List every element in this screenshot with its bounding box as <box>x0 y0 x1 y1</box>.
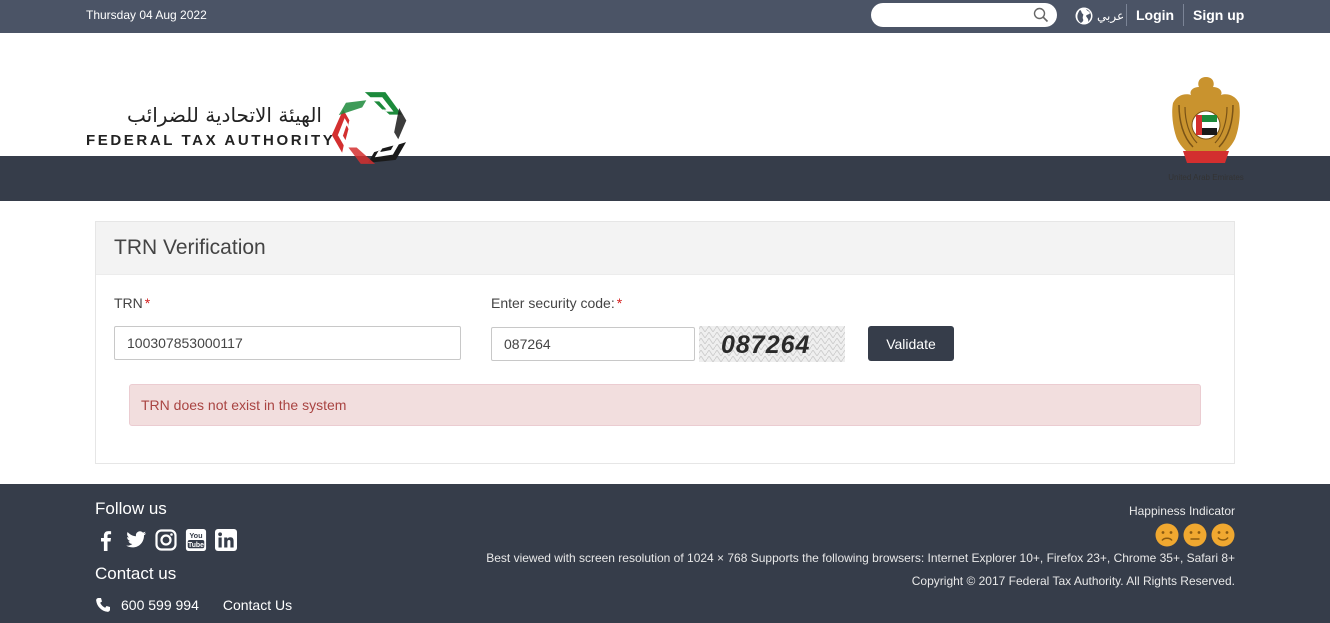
svg-text:You: You <box>189 531 202 540</box>
divider <box>1126 4 1127 26</box>
error-message: TRN does not exist in the system <box>141 397 347 413</box>
phone-number[interactable]: 600 599 994 <box>121 597 199 613</box>
captcha-image: 087264 <box>699 326 845 362</box>
security-code-label: Enter security code: * <box>491 295 622 311</box>
language-label[interactable]: عربي <box>1097 9 1124 23</box>
site-footer: Follow us You Tube Contact us 600 599 99… <box>0 484 1330 623</box>
top-bar: Thursday 04 Aug 2022 عربي Login Sign up <box>0 0 1330 33</box>
follow-us-heading: Follow us <box>95 499 167 518</box>
search-input[interactable] <box>881 3 1035 27</box>
contact-us-heading: Contact us <box>95 564 177 583</box>
error-alert: TRN does not exist in the system <box>129 384 1201 426</box>
security-code-input[interactable] <box>491 327 695 361</box>
happiness-indicator <box>1155 523 1235 547</box>
svg-text:Tube: Tube <box>188 542 204 549</box>
trn-input[interactable] <box>114 326 461 360</box>
linkedin-icon[interactable] <box>215 529 237 551</box>
copyright-text: Copyright © 2017 Federal Tax Authority. … <box>911 574 1235 588</box>
social-links: You Tube <box>95 529 237 551</box>
language-toggle[interactable]: عربي <box>1075 6 1124 26</box>
facebook-icon[interactable] <box>95 529 117 551</box>
browser-support-text: Best viewed with screen resolution of 10… <box>486 551 1235 565</box>
panel-header <box>96 222 1234 275</box>
uae-emblem-icon <box>1172 77 1240 163</box>
fta-logo-mark-icon <box>331 92 407 164</box>
globe-icon <box>1075 7 1093 25</box>
happiness-indicator-heading: Happiness Indicator <box>1128 504 1235 518</box>
search-box[interactable] <box>871 3 1057 27</box>
sad-face-icon[interactable] <box>1155 523 1179 547</box>
captcha-text: 087264 <box>721 331 810 359</box>
neutral-face-icon[interactable] <box>1183 523 1207 547</box>
trn-verification-panel: TRN Verification TRN* Enter security cod… <box>95 221 1235 464</box>
site-header: الهيئة الاتحادية للضرائب FEDERAL TAX AUT… <box>0 33 1330 182</box>
contact-row: 600 599 994 Contact Us <box>95 597 292 613</box>
phone-icon <box>96 598 110 612</box>
instagram-icon[interactable] <box>155 529 177 551</box>
validate-button[interactable]: Validate <box>868 326 954 361</box>
trn-label: TRN * <box>114 295 150 311</box>
login-link[interactable]: Login <box>1136 7 1174 23</box>
main-content: TRN Verification TRN* Enter security cod… <box>0 201 1330 484</box>
youtube-icon[interactable]: You Tube <box>185 529 207 551</box>
divider <box>1183 4 1184 26</box>
signup-link[interactable]: Sign up <box>1193 7 1244 23</box>
happy-face-icon[interactable] <box>1211 523 1235 547</box>
nav-bar <box>0 156 1330 201</box>
security-code-label-text: Enter security code: <box>491 295 615 311</box>
current-date: Thursday 04 Aug 2022 <box>86 8 207 22</box>
twitter-icon[interactable] <box>125 529 147 551</box>
panel-title: TRN Verification <box>114 236 266 259</box>
required-mark: * <box>616 295 623 311</box>
contact-us-link[interactable]: Contact Us <box>223 597 292 613</box>
required-mark: * <box>144 295 151 311</box>
trn-label-text: TRN <box>114 295 143 311</box>
logo-english-text: FEDERAL TAX AUTHORITY <box>86 132 336 149</box>
emblem-caption: United Arab Emirates <box>1168 173 1244 182</box>
search-icon[interactable] <box>1033 7 1049 23</box>
logo-arabic-text: الهيئة الاتحادية للضرائب <box>127 103 322 127</box>
